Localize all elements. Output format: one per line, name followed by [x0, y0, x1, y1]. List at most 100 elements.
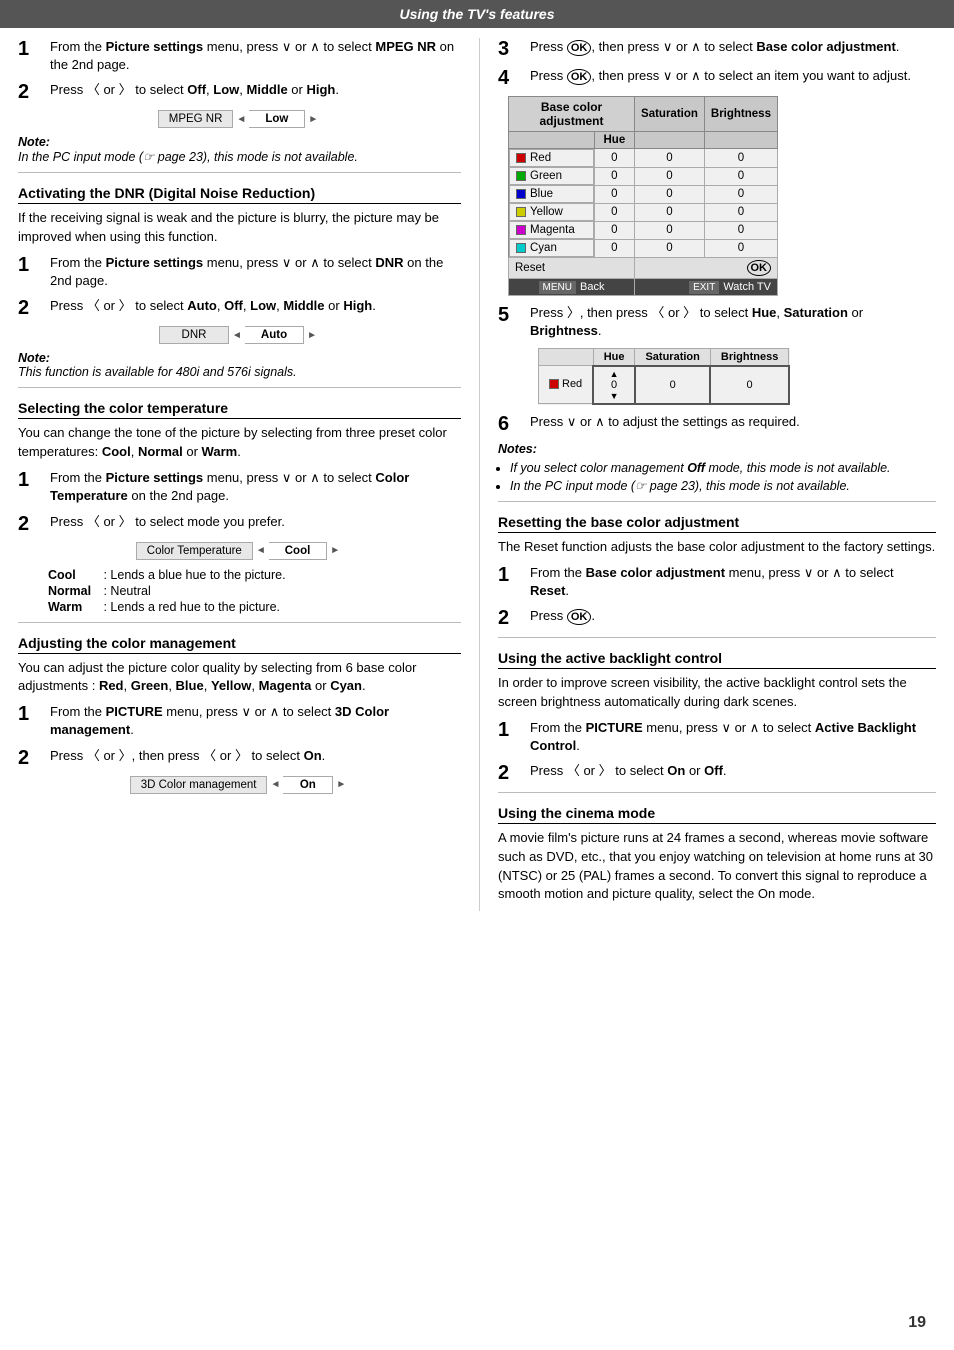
left-column: 1 From the Picture settings menu, press … [0, 38, 480, 911]
divider [18, 172, 461, 173]
ok-icon: OK [747, 260, 772, 276]
bca-color-header [509, 132, 595, 149]
hue-table-container: Hue Saturation Brightness Red [518, 348, 926, 405]
ct-cool-row: Cool : Lends a blue hue to the picture. [48, 568, 461, 582]
reset-label: Reset [509, 258, 635, 279]
section-title-reset: Resetting the base color adjustment [498, 514, 936, 533]
sat-val: 0 [635, 185, 705, 203]
color-swatch [516, 189, 526, 199]
step-number: 2 [18, 297, 46, 319]
hue-val: 0 [594, 167, 634, 185]
bca-table-row: Magenta 0 0 0 [509, 221, 778, 239]
step-3-bca: 3 Press OK, then press ∨ or ∧ to select … [498, 38, 936, 60]
red-swatch [549, 379, 559, 389]
step-text: From the Picture settings menu, press ∨ … [50, 38, 461, 74]
step-text: Press 〈 or 〉, then press 〈 or 〉 to selec… [50, 747, 461, 765]
bca-brightness-header: Brightness [704, 97, 777, 132]
color-temp-bar: Color Temperature ◄ Cool ► [18, 542, 461, 560]
ct-warm-row: Warm : Lends a red hue to the picture. [48, 600, 461, 614]
step-number: 2 [498, 607, 526, 629]
note-title: Note: [18, 351, 461, 365]
bri-val: 0 [704, 167, 777, 185]
ct-cool-label: Cool [48, 568, 100, 582]
color-cell: Green [509, 167, 594, 185]
color-swatch [516, 243, 526, 253]
step-number: 1 [18, 38, 46, 60]
left-arrow-icon: ◄ [233, 114, 249, 125]
note-dnr: Note: This function is available for 480… [18, 351, 461, 379]
step-number: 5 [498, 304, 526, 326]
ct-normal-desc: : Neutral [103, 584, 150, 598]
step-number: 1 [18, 703, 46, 725]
step-number: 2 [18, 81, 46, 103]
ok-button-icon: OK [567, 69, 592, 85]
bri-val: 0 [710, 366, 788, 404]
right-arrow-icon: ► [327, 545, 343, 556]
ct-warm-label: Warm [48, 600, 100, 614]
step-1-bl: 1 From the PICTURE menu, press ∨ or ∧ to… [498, 719, 936, 755]
bri-val: 0 [704, 185, 777, 203]
bca-table-row: Yellow 0 0 0 [509, 203, 778, 221]
ct-cool-desc: : Lends a blue hue to the picture. [103, 568, 285, 582]
step-text: Press ∨ or ∧ to adjust the settings as r… [530, 413, 936, 431]
sat-val: 0 [635, 149, 705, 168]
step-number: 6 [498, 413, 526, 435]
step-text: From the Base color adjustment menu, pre… [530, 564, 936, 600]
bca-table-container: Base color adjustment Saturation Brightn… [508, 96, 926, 296]
bca-hue-header: Hue [594, 132, 634, 149]
reset-body: The Reset function adjusts the base colo… [498, 538, 936, 557]
header-title: Using the TV's features [399, 6, 554, 22]
ct-normal-row: Normal : Neutral [48, 584, 461, 598]
bca-title: Base color adjustment [509, 97, 635, 132]
note-text: This function is available for 480i and … [18, 365, 461, 379]
right-arrow-icon: ► [305, 114, 321, 125]
bca-table-row: Blue 0 0 0 [509, 185, 778, 203]
step-number: 1 [18, 254, 46, 276]
section-title-color-mgmt: Adjusting the color management [18, 635, 461, 654]
color-temp-body: You can change the tone of the picture b… [18, 424, 461, 462]
color-swatch [516, 225, 526, 235]
notes-list: If you select color management Off mode,… [510, 461, 936, 493]
step-2-cm: 2 Press 〈 or 〉, then press 〈 or 〉 to sel… [18, 747, 461, 769]
right-arrow-icon: ► [333, 779, 349, 790]
step-text: From the PICTURE menu, press ∨ or ∧ to s… [530, 719, 936, 755]
sat-val: 0 [635, 239, 705, 258]
right-column: 3 Press OK, then press ∨ or ∧ to select … [480, 38, 954, 911]
ct-warm-desc: : Lends a red hue to the picture. [103, 600, 280, 614]
divider [498, 501, 936, 502]
bca-table-row: Red 0 0 0 [509, 149, 778, 168]
hue-val: 0 [594, 221, 634, 239]
color-swatch [516, 171, 526, 181]
bri-header: Brightness [710, 348, 788, 366]
divider [18, 622, 461, 623]
step-number: 2 [18, 747, 46, 769]
sat-header: Saturation [635, 348, 710, 366]
page: Using the TV's features 1 From the Pictu… [0, 0, 954, 1350]
step-text: From the Picture settings menu, press ∨ … [50, 469, 461, 505]
color-temp-legend: Cool : Lends a blue hue to the picture. … [48, 568, 461, 614]
step-1-ct: 1 From the Picture settings menu, press … [18, 469, 461, 505]
notes-bca: Notes: If you select color management Of… [498, 442, 936, 493]
left-arrow-icon: ◄ [267, 779, 283, 790]
left-arrow-icon: ◄ [229, 330, 245, 341]
color-swatch [516, 207, 526, 217]
bar-label: MPEG NR [158, 110, 234, 128]
bca-ok-cell: OK [635, 258, 778, 279]
page-number: 19 [908, 1314, 926, 1332]
page-header: Using the TV's features [0, 0, 954, 28]
menu-back-label: MENUBack [509, 279, 635, 296]
step-text: Press OK, then press ∨ or ∧ to select Ba… [530, 38, 936, 56]
note-item: In the PC input mode (☞ page 23), this m… [510, 478, 936, 493]
cinema-body: A movie film's picture runs at 24 frames… [498, 829, 936, 904]
hue-table: Hue Saturation Brightness Red [538, 348, 790, 405]
bri-val: 0 [704, 149, 777, 168]
step-5-bca: 5 Press 〉, then press 〈 or 〉 to select H… [498, 304, 936, 340]
backlight-body: In order to improve screen visibility, t… [498, 674, 936, 712]
hue-val: 0 [594, 239, 634, 258]
color-cell: Red [509, 149, 594, 167]
ct-normal-label: Normal [48, 584, 100, 598]
mpeg-nr-bar: MPEG NR ◄ Low ► [18, 110, 461, 128]
ok-button-icon: OK [567, 609, 592, 625]
section-title-dnr: Activating the DNR (Digital Noise Reduct… [18, 185, 461, 204]
step-number: 3 [498, 38, 526, 60]
